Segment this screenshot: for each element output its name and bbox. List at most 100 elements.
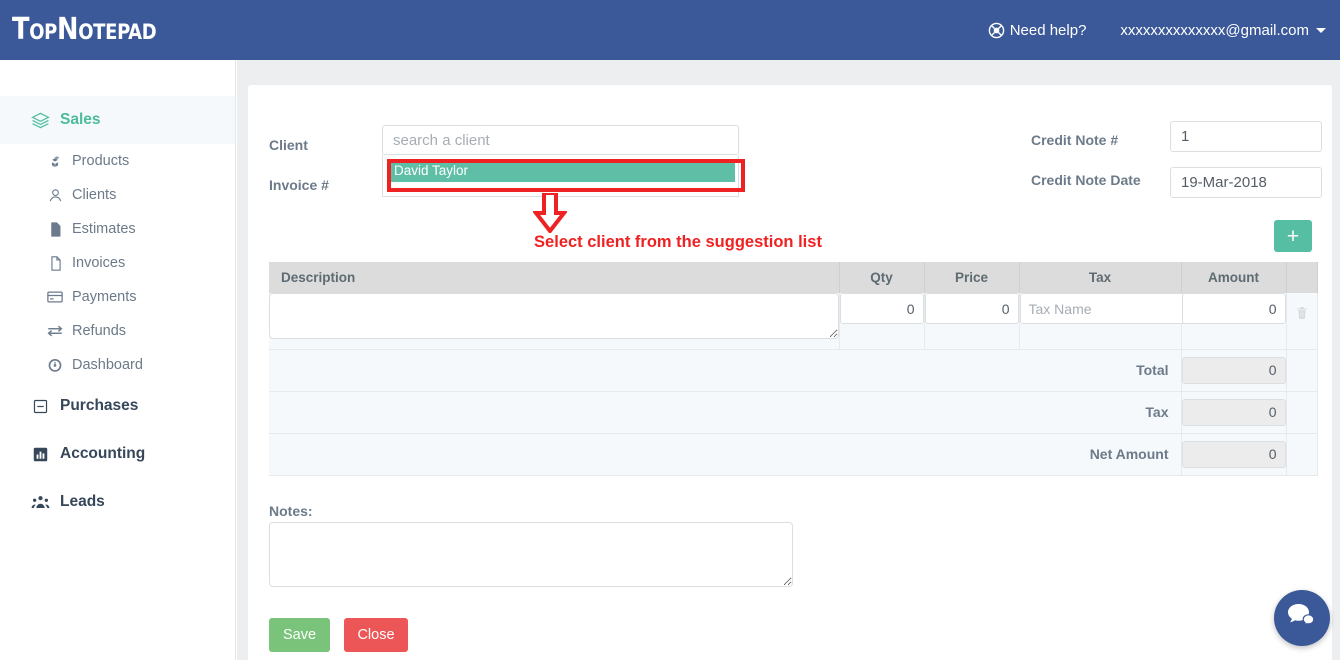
file-filled-icon xyxy=(38,221,72,238)
account-menu[interactable]: xxxxxxxxxxxxxx@gmail.com xyxy=(1120,22,1326,39)
account-email-label: xxxxxxxxxxxxxx@gmail.com xyxy=(1120,21,1309,39)
credit-note-number-label: Credit Note # xyxy=(1031,132,1119,148)
chat-bubbles-icon xyxy=(1286,602,1318,635)
chat-widget-button[interactable] xyxy=(1274,590,1330,646)
net-amount-value-input xyxy=(1181,440,1286,468)
column-header-price: Price xyxy=(924,262,1020,293)
sidebar-item-label-refunds: Refunds xyxy=(72,323,127,339)
cell-delete xyxy=(1286,293,1318,350)
gauge-icon xyxy=(38,356,72,374)
column-header-description: Description xyxy=(269,262,840,293)
client-suggestion-item[interactable]: David Taylor xyxy=(388,159,735,182)
sidebar-group-leads[interactable]: Leads xyxy=(0,478,235,526)
sidebar-group-label-leads: Leads xyxy=(60,493,105,510)
sidebar-item-label-clients: Clients xyxy=(72,187,117,203)
sidebar-item-dashboard[interactable]: Dashboard xyxy=(0,348,235,382)
summary-label-total: Total xyxy=(269,349,1182,392)
sidebar-group-purchases[interactable]: Purchases xyxy=(0,382,235,430)
plus-icon: + xyxy=(1286,224,1300,248)
summary-spacer-total xyxy=(1286,349,1318,392)
caret-down-icon xyxy=(1316,27,1326,33)
column-header-tax: Tax xyxy=(1019,262,1182,293)
need-help-label: Need help? xyxy=(1009,21,1087,39)
trash-icon[interactable] xyxy=(1295,305,1309,321)
annotation-text: Select client from the suggestion list xyxy=(534,233,822,251)
boxes-icon xyxy=(38,153,72,170)
cell-description xyxy=(269,293,840,350)
sidebar-item-label-payments: Payments xyxy=(72,289,137,305)
top-header-bar: TopNotepad Need help? xxxxxxxxxxxxxx@gma… xyxy=(0,0,1340,60)
summary-cell-total xyxy=(1181,349,1287,392)
notes-textarea[interactable] xyxy=(269,522,793,587)
sidebar-item-products[interactable]: Products xyxy=(0,144,235,178)
sidebar-group-accounting[interactable]: Accounting xyxy=(0,430,235,478)
add-line-item-button[interactable]: + xyxy=(1274,220,1312,252)
line-items-table: Description Qty Price Tax Amount 0 0 Tax… xyxy=(269,262,1318,476)
cell-amount xyxy=(1181,293,1287,350)
cell-tax xyxy=(1019,293,1283,350)
amount-input[interactable] xyxy=(1181,293,1286,324)
summary-row-total: Total xyxy=(269,349,1318,392)
file-outline-icon xyxy=(38,255,72,272)
summary-cell-net-amount xyxy=(1181,433,1287,476)
summary-row-net-amount: Net Amount xyxy=(269,433,1318,476)
table-header-row: Description Qty Price Tax Amount xyxy=(269,262,1318,293)
sidebar-item-label-invoices: Invoices xyxy=(72,255,126,271)
sidebar-group-sales[interactable]: Sales xyxy=(0,96,235,144)
notes-label: Notes: xyxy=(269,503,313,519)
credit-note-date-input[interactable] xyxy=(1170,167,1322,198)
bar-chart-icon xyxy=(20,446,60,463)
user-icon xyxy=(38,187,72,204)
summary-row-tax: Tax xyxy=(269,391,1318,434)
sidebar-item-refunds[interactable]: Refunds xyxy=(0,314,235,348)
summary-label-tax: Tax xyxy=(269,391,1182,434)
client-field-label: Client xyxy=(269,137,308,153)
summary-spacer-net xyxy=(1286,433,1318,476)
column-header-qty: Qty xyxy=(839,262,925,293)
sidebar-item-label-dashboard: Dashboard xyxy=(72,357,143,373)
content-region: Client Invoice # David Taylor Select cli… xyxy=(237,60,1340,660)
table-row xyxy=(269,293,1318,350)
app-logo[interactable]: TopNotepad xyxy=(12,15,157,45)
need-help-button[interactable]: Need help? xyxy=(988,21,1087,39)
save-button[interactable]: Save xyxy=(269,618,330,652)
summary-cell-tax xyxy=(1181,391,1287,434)
sidebar-item-clients[interactable]: Clients xyxy=(0,178,235,212)
credit-note-number-input[interactable] xyxy=(1170,121,1322,152)
summary-spacer-tax xyxy=(1286,391,1318,434)
client-suggestion-list: David Taylor xyxy=(382,155,739,197)
credit-card-icon xyxy=(38,288,72,306)
users-group-icon xyxy=(20,493,60,512)
client-search-input[interactable] xyxy=(382,125,739,155)
down-arrow-outline-icon xyxy=(531,191,569,235)
credit-note-date-label: Credit Note Date xyxy=(1031,172,1141,188)
invoice-field-label: Invoice # xyxy=(269,177,329,193)
qty-input[interactable] xyxy=(839,293,924,324)
sidebar: Sales Products Clients Estimates Invoice… xyxy=(0,60,236,660)
total-value-input xyxy=(1181,356,1286,384)
minus-square-icon xyxy=(20,398,60,415)
column-header-actions xyxy=(1286,262,1318,293)
sidebar-item-estimates[interactable]: Estimates xyxy=(0,212,235,246)
cell-qty xyxy=(839,293,925,350)
column-header-amount: Amount xyxy=(1181,262,1287,293)
description-input[interactable] xyxy=(269,293,839,339)
lifebuoy-icon xyxy=(988,22,1010,39)
tax-input-group xyxy=(1019,293,1283,324)
sidebar-group-label-purchases: Purchases xyxy=(60,397,139,414)
sidebar-item-label-estimates: Estimates xyxy=(72,221,136,237)
cell-price xyxy=(924,293,1020,350)
header-right-group: Need help? xxxxxxxxxxxxxx@gmail.com xyxy=(988,22,1326,39)
sidebar-item-payments[interactable]: Payments xyxy=(0,280,235,314)
sidebar-item-label-products: Products xyxy=(72,153,130,169)
sidebar-item-invoices[interactable]: Invoices xyxy=(0,246,235,280)
summary-label-net-amount: Net Amount xyxy=(269,433,1182,476)
layers-icon xyxy=(20,111,60,130)
price-input[interactable] xyxy=(924,293,1019,324)
close-button[interactable]: Close xyxy=(344,618,408,652)
sidebar-group-label-accounting: Accounting xyxy=(60,445,146,462)
credit-note-form-card: Client Invoice # David Taylor Select cli… xyxy=(248,85,1332,660)
sidebar-group-label-sales: Sales xyxy=(60,111,101,128)
exchange-arrows-icon xyxy=(38,322,72,340)
tax-total-value-input xyxy=(1181,398,1286,426)
